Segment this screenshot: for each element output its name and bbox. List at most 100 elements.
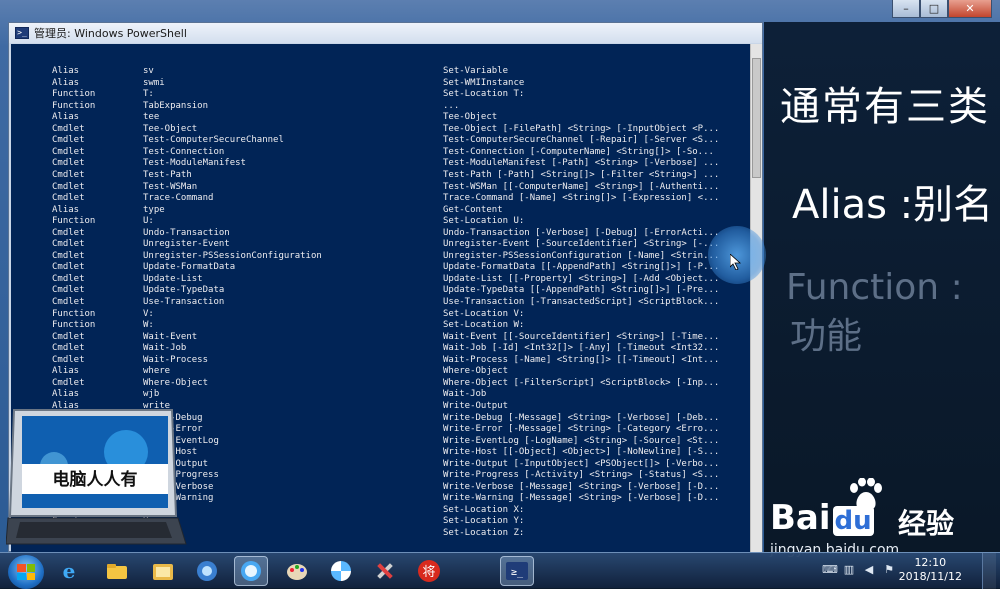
command-type: Function	[52, 308, 96, 319]
system-tray: ⌨ ▥ ◀ ⚑ 12:10 2018/11/12	[796, 553, 996, 589]
console-row: Alias swmi Set-WMIInstance	[11, 78, 751, 90]
keyboard-icon[interactable]: ⌨	[822, 563, 838, 577]
command-name: Test-ModuleManifest	[143, 158, 246, 169]
console-row: Cmdlet Tee-Object Tee-Object [-FilePath] <…	[11, 124, 751, 136]
volume-icon[interactable]: ◀	[862, 563, 876, 577]
console-row: Alias sv Set-Variable	[11, 66, 751, 78]
command-type: Cmdlet	[52, 354, 85, 365]
command-definition: Test-ModuleManifest [-Path] <String> [-V…	[443, 158, 720, 169]
command-definition: Write-Host [[-Object] <Object>] [-NoNewl…	[443, 447, 720, 458]
command-name: where	[143, 366, 171, 377]
command-name: Test-Connection	[143, 146, 225, 157]
command-name: Test-Path	[143, 169, 192, 180]
slide-function-text: Function :	[786, 267, 963, 308]
ie-icon[interactable]: e	[56, 558, 82, 584]
console-row: Function V: Set-Location V:	[11, 309, 751, 321]
command-definition: Write-Warning [-Message] <String> [-Verb…	[443, 493, 720, 504]
chess-icon[interactable]: 将	[416, 558, 442, 584]
console-row: Cmdlet Use-Transaction Use-Transaction [-T…	[11, 297, 751, 309]
command-definition: Write-Progress [-Activity] <String> [-St…	[443, 470, 720, 481]
media-player-icon[interactable]	[194, 558, 220, 584]
scrollbar-thumb[interactable]	[752, 58, 761, 178]
command-type: Cmdlet	[52, 285, 85, 296]
start-button[interactable]	[8, 555, 44, 589]
command-type: Cmdlet	[52, 181, 85, 192]
command-name: sv	[143, 66, 154, 76]
slide-alias-text: Alias :别名	[792, 182, 994, 228]
slide-function-desc: 功能	[790, 316, 863, 357]
pinwheel-icon[interactable]	[328, 558, 354, 584]
console-row: Cmdlet Wait-Process Wait-Process [-Name] <…	[11, 355, 751, 367]
console-row: Cmdlet Update-List Update-List [[-Property…	[11, 274, 751, 286]
command-definition: Write-Output [-InputObject] <PSObject[]>…	[443, 458, 720, 469]
command-definition: ...	[443, 100, 460, 111]
paint-icon[interactable]	[284, 558, 310, 584]
command-name: T:	[143, 89, 154, 100]
command-definition: Write-EventLog [-LogName] <String> [-Sou…	[443, 435, 720, 446]
console-row: Cmdlet Unregister-Event Unregister-Event […	[11, 239, 751, 251]
command-type: Cmdlet	[52, 169, 85, 180]
folder-icon[interactable]	[104, 558, 130, 584]
powershell-title: 管理员: Windows PowerShell	[34, 27, 187, 40]
console-row: Cmdlet Undo-Transaction Undo-Transaction […	[11, 228, 751, 240]
svg-text:将: 将	[422, 565, 435, 580]
tools-icon[interactable]	[372, 558, 398, 584]
console-row: Cmdlet Test-Path Test-Path [-Path] <String…	[11, 170, 751, 182]
explorer-icon[interactable]	[150, 558, 176, 584]
clock[interactable]: 12:10 2018/11/12	[899, 556, 962, 584]
command-name: Update-TypeData	[143, 285, 225, 296]
command-definition: Set-Location W:	[443, 320, 525, 331]
command-type: Cmdlet	[52, 146, 85, 157]
command-name: Unregister-Event	[143, 239, 230, 250]
console-row: Cmdlet Test-WSMan Test-WSMan [[-ComputerNa…	[11, 182, 751, 194]
powershell-icon: >_	[15, 27, 29, 39]
command-type: Cmdlet	[52, 343, 85, 354]
command-definition: Set-Location U:	[443, 216, 525, 227]
command-type: Cmdlet	[52, 193, 85, 204]
network-icon[interactable]: ▥	[842, 563, 856, 577]
console-row: Cmdlet Wait-Event Wait-Event [[-SourceIden…	[11, 332, 751, 344]
windows-logo-icon	[17, 564, 35, 580]
command-definition: Wait-Job [-Id] <Int32[]> [-Any] [-Timeou…	[443, 343, 720, 354]
command-name: Tee-Object	[143, 123, 198, 134]
command-type: Cmdlet	[52, 123, 85, 134]
powershell-taskbar-icon[interactable]: ≥_	[500, 556, 534, 586]
command-definition: Wait-Event [[-SourceIdentifier] <String>…	[443, 331, 720, 342]
command-type: Alias	[52, 77, 80, 88]
command-definition: Where-Object [-FilterScript] <ScriptBloc…	[443, 377, 720, 388]
console-row: Alias wjb Wait-Job	[11, 389, 751, 401]
qq-browser-icon[interactable]	[234, 556, 268, 586]
command-definition: Write-Verbose [-Message] <String> [-Verb…	[443, 481, 720, 492]
flag-icon[interactable]: ⚑	[882, 563, 896, 577]
command-name: type	[143, 204, 165, 215]
command-type: Function	[52, 320, 96, 331]
command-definition: Set-Location X:	[443, 504, 525, 515]
maximize-button[interactable]: □	[920, 0, 948, 18]
close-button[interactable]: ✕	[948, 0, 992, 18]
command-definition: Set-Location Y:	[443, 516, 525, 527]
outer-titlebar: – □ ✕	[0, 0, 1000, 24]
console-row: Cmdlet Update-FormatData Update-FormatData…	[11, 262, 751, 274]
command-definition: Update-TypeData [[-AppendPath] <String[]…	[443, 285, 720, 296]
console-row: Function TabExpansion...	[11, 101, 751, 113]
svg-text:e: e	[63, 560, 76, 582]
show-desktop-button[interactable]	[982, 553, 996, 589]
command-type: Cmdlet	[52, 273, 85, 284]
command-name: Test-ComputerSecureChannel	[143, 135, 284, 146]
command-name: Use-Transaction	[143, 297, 225, 307]
command-definition: Trace-Command [-Name] <String[]> [-Expre…	[443, 193, 720, 204]
console-scrollbar[interactable]	[750, 44, 762, 552]
command-type: Function	[52, 100, 96, 111]
command-definition: Use-Transaction [-TransactedScript] <Scr…	[443, 297, 720, 307]
minimize-button[interactable]: –	[892, 0, 920, 18]
command-definition: Write-Output	[443, 400, 509, 411]
command-definition: Test-WSMan [[-ComputerName] <String>] [-…	[443, 181, 720, 192]
command-definition: Test-Connection [-ComputerName] <String[…	[443, 146, 714, 157]
command-type: Cmdlet	[52, 135, 85, 146]
baidu-text: Bai du	[770, 498, 874, 538]
command-type: Cmdlet	[52, 331, 85, 342]
powershell-titlebar[interactable]: >_ 管理员: Windows PowerShell	[9, 23, 762, 43]
command-name: Update-List	[143, 273, 203, 284]
command-type: Cmdlet	[52, 158, 85, 169]
slide-heading: 通常有三类	[780, 84, 990, 130]
